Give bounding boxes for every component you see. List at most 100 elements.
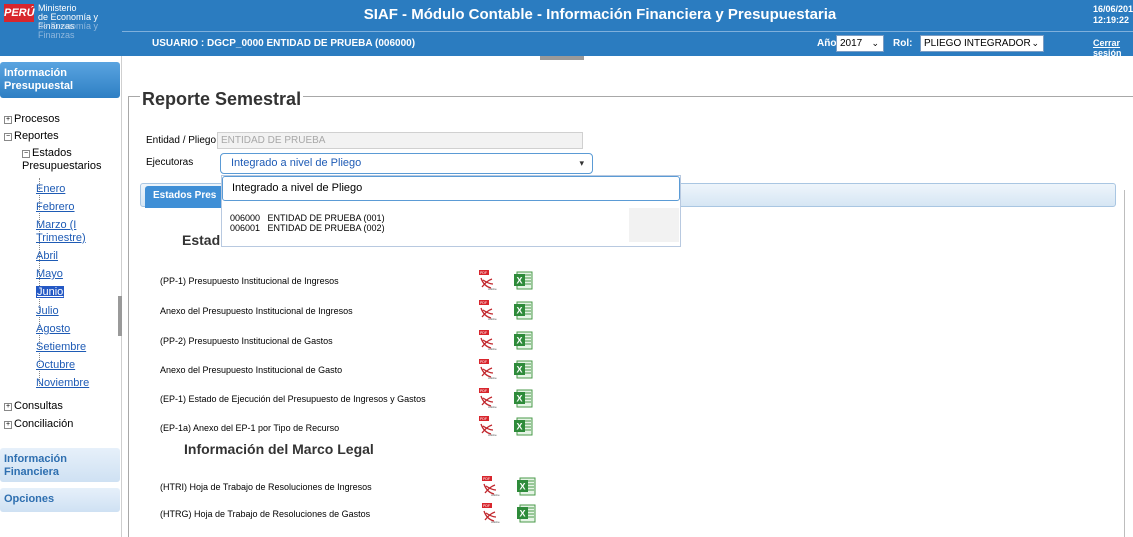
svg-text:X: X xyxy=(517,422,523,432)
tree-node-reportes[interactable]: − Reportes xyxy=(4,130,59,142)
report-row-label: (HTRI) Hoja de Trabajo de Resoluciones d… xyxy=(160,482,372,492)
tree-node-conciliacion[interactable]: + Conciliación xyxy=(4,418,73,430)
dropdown-option[interactable]: 006001 ENTIDAD DE PRUEBA (002) xyxy=(230,223,385,233)
excel-icon[interactable]: X xyxy=(517,477,536,496)
svg-text:X: X xyxy=(520,482,526,492)
header-divider xyxy=(122,31,1133,32)
month-link-junio[interactable]: Junio xyxy=(36,286,65,298)
svg-text:Adobe: Adobe xyxy=(488,287,497,290)
pdf-icon[interactable]: PDF Adobe xyxy=(480,476,500,497)
logo-peru: PERÚ xyxy=(4,4,35,22)
pdf-icon[interactable]: PDF Adobe xyxy=(477,270,497,291)
excel-icon[interactable]: X xyxy=(514,331,533,350)
pdf-icon[interactable]: PDF Adobe xyxy=(480,503,500,524)
rol-select[interactable]: PLIEGO INTEGRADOR ⌄ xyxy=(920,35,1044,52)
svg-text:X: X xyxy=(517,306,523,316)
svg-text:X: X xyxy=(517,394,523,404)
content-scrollbar[interactable] xyxy=(1124,190,1130,537)
svg-text:PDF: PDF xyxy=(480,417,487,421)
dropdown-option-selected[interactable]: Integrado a nivel de Pliego xyxy=(222,176,680,201)
svg-text:X: X xyxy=(520,509,526,519)
svg-text:Adobe: Adobe xyxy=(488,347,497,350)
tree-node-consultas[interactable]: + Consultas xyxy=(4,400,63,412)
date-text: 16/06/2017 xyxy=(1093,4,1133,14)
excel-icon[interactable]: X xyxy=(517,504,536,523)
svg-text:Adobe: Adobe xyxy=(488,433,497,436)
svg-text:PDF: PDF xyxy=(483,504,490,508)
page-title: Reporte Semestral xyxy=(140,89,304,110)
svg-text:X: X xyxy=(517,365,523,375)
excel-icon[interactable]: X xyxy=(514,360,533,379)
main-content: Reporte Semestral Entidad / Pliego ENTID… xyxy=(122,60,1133,537)
report-row-label: (HTRG) Hoja de Trabajo de Resoluciones d… xyxy=(160,509,371,519)
time-text: 12:19:22 xyxy=(1093,15,1130,25)
svg-text:PDF: PDF xyxy=(483,477,490,481)
header-bar: PERÚ Ministerio de Economía y Finanzas d… xyxy=(0,0,1133,58)
rol-label: Rol: xyxy=(893,38,913,49)
month-link-octubre[interactable]: Octubre xyxy=(36,359,75,371)
pdf-icon[interactable]: PDF Adobe xyxy=(477,330,497,351)
svg-text:Adobe: Adobe xyxy=(488,405,497,408)
logo-ministry-shadow: de Economía y Finanzas xyxy=(38,21,99,40)
pdf-icon[interactable]: PDF Adobe xyxy=(477,388,497,409)
excel-icon[interactable]: X xyxy=(514,301,533,320)
expand-icon: + xyxy=(4,421,12,429)
app-title: SIAF - Módulo Contable - Información Fin… xyxy=(363,6,837,23)
section-estados-title: Estad xyxy=(182,232,221,248)
report-row-label: Anexo del Presupuesto Institucional de G… xyxy=(160,365,343,375)
svg-text:Adobe: Adobe xyxy=(488,317,497,320)
user-info: USUARIO : DGCP_0000 ENTIDAD DE PRUEBA (0… xyxy=(152,38,416,49)
svg-text:PDF: PDF xyxy=(480,360,487,364)
month-link-marzo[interactable]: Marzo (I Trimestre) xyxy=(36,219,106,245)
tree-node-estados[interactable]: − Estados Presupuestarios xyxy=(22,147,118,173)
sidebar: Información Presupuestal + Procesos − Repo… xyxy=(0,56,122,537)
svg-text:X: X xyxy=(517,336,523,346)
excel-icon[interactable]: X xyxy=(514,389,533,408)
collapse-icon: − xyxy=(4,133,12,141)
logo: PERÚ Ministerio de Economía y Finanzas d… xyxy=(0,0,122,56)
month-link-setiembre[interactable]: Setiembre xyxy=(36,341,86,353)
chevron-down-icon: ⌄ xyxy=(871,38,879,48)
dropdown-options: 006000 ENTIDAD DE PRUEBA (001) 006001 EN… xyxy=(227,208,629,242)
entidad-field: ENTIDAD DE PRUEBA xyxy=(217,132,583,149)
excel-icon[interactable]: X xyxy=(514,417,533,436)
pdf-icon[interactable]: PDF Adobe xyxy=(477,359,497,380)
dropdown-option[interactable]: 006000 ENTIDAD DE PRUEBA (001) xyxy=(230,213,385,223)
month-link-abril[interactable]: Abril xyxy=(36,250,58,262)
collapse-icon: − xyxy=(22,150,30,158)
year-value: 2017 xyxy=(840,38,863,49)
tree-node-procesos[interactable]: + Procesos xyxy=(4,113,60,125)
report-row-label: (PP-2) Presupuesto Institucional de Gast… xyxy=(160,336,333,346)
year-select[interactable]: 2017 ⌄ xyxy=(836,35,884,52)
ejecutoras-select[interactable]: Integrado a nivel de Pliego ▾ xyxy=(220,153,593,174)
svg-text:Adobe: Adobe xyxy=(491,520,500,523)
pdf-icon[interactable]: PDF Adobe xyxy=(477,300,497,321)
svg-text:Adobe: Adobe xyxy=(488,376,497,379)
month-link-febrero[interactable]: Febrero xyxy=(36,201,75,213)
entidad-label: Entidad / Pliego xyxy=(146,135,217,146)
chevron-down-icon: ⌄ xyxy=(1031,38,1039,48)
ejecutoras-label: Ejecutoras xyxy=(146,157,194,168)
report-row-label: Anexo del Presupuesto Institucional de I… xyxy=(160,306,353,316)
month-link-noviembre[interactable]: Noviembre xyxy=(36,377,89,389)
report-row-label: (EP-1a) Anexo del EP-1 por Tipo de Recur… xyxy=(160,423,340,433)
svg-text:X: X xyxy=(517,276,523,286)
sidebar-section-opciones[interactable]: Opciones xyxy=(0,488,120,512)
chevron-down-icon: ▾ xyxy=(579,158,584,168)
month-link-julio[interactable]: Julio xyxy=(36,305,59,317)
ejecutoras-dropdown-list[interactable]: Integrado a nivel de Pliego 006000 ENTID… xyxy=(221,175,681,247)
month-link-agosto[interactable]: Agosto xyxy=(36,323,70,335)
logout-link[interactable]: Cerrar sesión xyxy=(1093,38,1133,58)
month-link-enero[interactable]: Enero xyxy=(36,183,65,195)
sidebar-section-financiera[interactable]: Información Financiera xyxy=(0,448,120,482)
report-row-label: (EP-1) Estado de Ejecución del Presupues… xyxy=(160,394,426,404)
section-marco-legal-title: Información del Marco Legal xyxy=(184,441,374,457)
svg-text:PDF: PDF xyxy=(480,301,487,305)
dropdown-scroll-area xyxy=(629,208,679,242)
excel-icon[interactable]: X xyxy=(514,271,533,290)
month-link-mayo[interactable]: Mayo xyxy=(36,268,63,280)
pdf-icon[interactable]: PDF Adobe xyxy=(477,416,497,437)
sidebar-section-presupuestal[interactable]: Información Presupuestal xyxy=(0,62,120,98)
svg-text:PDF: PDF xyxy=(480,331,487,335)
report-row-label: (PP-1) Presupuesto Institucional de Ingr… xyxy=(160,276,339,286)
